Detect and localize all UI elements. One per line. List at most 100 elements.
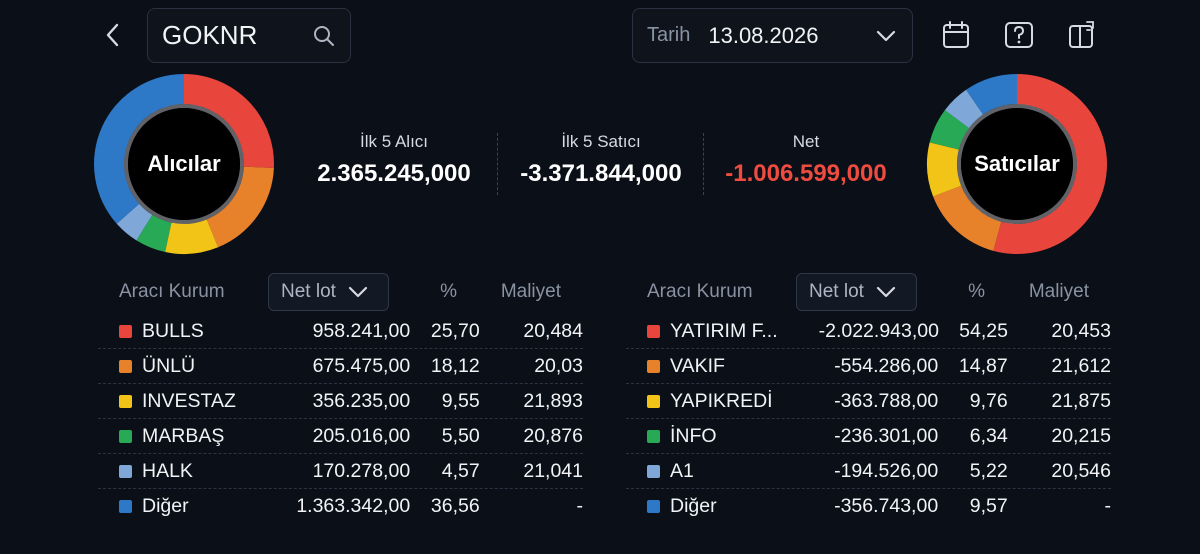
net-lot-value: -363.788,00 xyxy=(834,389,939,412)
color-swatch xyxy=(647,359,660,373)
table-row[interactable]: YAPIKREDİ -363.788,00 9,76 21,875 xyxy=(626,384,1111,419)
net-lot-value: -356.743,00 xyxy=(834,495,939,517)
broker-name: VAKIF xyxy=(670,354,725,377)
search-icon[interactable] xyxy=(312,24,336,48)
net-lot-value: -554.286,00 xyxy=(834,354,939,377)
color-swatch xyxy=(647,500,660,513)
cost-value: - xyxy=(576,495,584,517)
table-row[interactable]: Diğer 1.363.342,00 36,56 - xyxy=(98,489,583,524)
broker-name: BULLS xyxy=(142,319,204,342)
broker-name: HALK xyxy=(142,459,193,482)
table-row[interactable]: A1 -194.526,00 5,22 20,546 xyxy=(626,454,1111,489)
top5-sellers-summary: İlk 5 Satıcı -3.371.844,000 xyxy=(503,132,699,188)
broker-name: MARBAŞ xyxy=(142,424,225,447)
table-row[interactable]: YATIRIM F... -2.022.943,00 54,25 20,453 xyxy=(626,314,1111,349)
help-button[interactable] xyxy=(1002,18,1036,52)
cost-value: 20,215 xyxy=(1051,424,1111,447)
percent-value: 6,34 xyxy=(969,424,1008,447)
date-picker[interactable]: Tarih 13.08.2026 xyxy=(632,8,913,63)
net-lot-value: 1.363.342,00 xyxy=(296,495,411,517)
sellers-donut-chart: Satıcılar xyxy=(925,72,1109,256)
cost-value: 21,612 xyxy=(1051,354,1111,377)
net-lot-value: -2.022.943,00 xyxy=(818,319,939,342)
percent-value: 54,25 xyxy=(959,319,1008,342)
percent-value: 4,57 xyxy=(441,459,480,482)
top5-sellers-value: -3.371.844,000 xyxy=(520,160,682,187)
chevron-down-icon xyxy=(348,286,368,298)
cost-value: 21,875 xyxy=(1051,389,1111,412)
symbol-search[interactable] xyxy=(147,8,351,63)
cost-value: 20,876 xyxy=(523,424,583,447)
chevron-down-icon xyxy=(876,286,896,298)
calendar-button[interactable] xyxy=(939,18,973,52)
layout-button[interactable] xyxy=(1065,18,1099,52)
cost-value: 20,484 xyxy=(523,319,583,342)
search-input[interactable] xyxy=(162,20,302,51)
chevron-left-icon xyxy=(106,23,119,47)
color-swatch xyxy=(119,359,132,373)
net-label: Net xyxy=(792,132,820,151)
table-row[interactable]: Diğer -356.743,00 9,57 - xyxy=(626,489,1111,524)
net-lot-label: Net lot xyxy=(281,281,336,302)
table-row[interactable]: MARBAŞ 205.016,00 5,50 20,876 xyxy=(98,419,583,454)
net-lot-dropdown[interactable]: Net lot xyxy=(796,273,917,311)
color-swatch xyxy=(119,500,132,513)
table-row[interactable]: İNFO -236.301,00 6,34 20,215 xyxy=(626,419,1111,454)
top5-buyers-summary: İlk 5 Alıcı 2.365.245,000 xyxy=(296,132,492,188)
top5-buyers-value: 2.365.245,000 xyxy=(317,160,471,187)
buyers-donut-label: Alıcılar xyxy=(147,151,221,176)
sellers-table: YATIRIM F... -2.022.943,00 54,25 20,453 VAKI… xyxy=(626,314,1111,524)
net-lot-value: 170.278,00 xyxy=(312,459,411,482)
net-summary: Net -1.006.599,000 xyxy=(708,132,904,188)
broker-name: İNFO xyxy=(670,424,717,447)
cost-value: 21,893 xyxy=(523,389,583,412)
broker-name: Diğer xyxy=(142,495,189,517)
back-button[interactable] xyxy=(96,18,130,52)
percent-value: 9,76 xyxy=(969,389,1008,412)
cost-column-header: Maliyet xyxy=(1028,281,1089,302)
table-row[interactable]: VAKIF -554.286,00 14,87 21,612 xyxy=(626,349,1111,384)
broker-column-header: Aracı Kurum xyxy=(119,281,225,302)
net-lot-dropdown[interactable]: Net lot xyxy=(268,273,389,311)
cost-value: 20,453 xyxy=(1051,319,1111,342)
percent-value: 5,50 xyxy=(441,424,480,447)
broker-name: YAPIKREDİ xyxy=(670,389,773,412)
top5-sellers-label: İlk 5 Satıcı xyxy=(561,132,641,151)
table-row[interactable]: BULLS 958.241,00 25,70 20,484 xyxy=(98,314,583,349)
cost-value: - xyxy=(1104,495,1112,517)
cost-column-header: Maliyet xyxy=(500,281,561,302)
cost-value: 21,041 xyxy=(523,459,583,482)
table-row[interactable]: ÜNLÜ 675.475,00 18,12 20,03 xyxy=(98,349,583,384)
summary-divider xyxy=(703,133,704,195)
color-swatch xyxy=(647,429,660,443)
net-lot-value: 675.475,00 xyxy=(312,354,411,377)
color-swatch xyxy=(647,394,660,408)
buyers-table: BULLS 958.241,00 25,70 20,484 ÜNLÜ 675.475,00… xyxy=(98,314,583,524)
table-row[interactable]: HALK 170.278,00 4,57 21,041 xyxy=(98,454,583,489)
percent-value: 9,57 xyxy=(969,495,1008,517)
buyers-table-header: Aracı Kurum Net lot % Maliyet xyxy=(98,272,583,312)
layout-swap-icon xyxy=(1069,21,1094,48)
color-swatch xyxy=(119,394,132,408)
broker-name: Diğer xyxy=(670,495,717,517)
percent-value: 18,12 xyxy=(430,354,480,377)
date-label: Tarih xyxy=(647,24,691,46)
net-lot-value: -194.526,00 xyxy=(834,459,939,482)
net-lot-value: -236.301,00 xyxy=(834,424,939,447)
net-value: -1.006.599,000 xyxy=(725,160,887,187)
net-lot-value: 205.016,00 xyxy=(312,424,411,447)
net-lot-value: 356.235,00 xyxy=(312,389,411,412)
cost-value: 20,546 xyxy=(1051,459,1111,482)
broker-name: A1 xyxy=(670,459,694,482)
question-icon xyxy=(1005,22,1033,48)
date-value: 13.08.2026 xyxy=(708,22,819,48)
percent-value: 9,55 xyxy=(441,389,480,412)
percent-value: 36,56 xyxy=(430,495,480,517)
percent-column-header: % xyxy=(440,281,457,302)
color-swatch xyxy=(119,464,132,478)
table-row[interactable]: INVESTAZ 356.235,00 9,55 21,893 xyxy=(98,384,583,419)
broker-name: INVESTAZ xyxy=(142,389,236,412)
cost-value: 20,03 xyxy=(534,354,583,377)
color-swatch xyxy=(119,324,132,338)
percent-value: 14,87 xyxy=(958,354,1008,377)
